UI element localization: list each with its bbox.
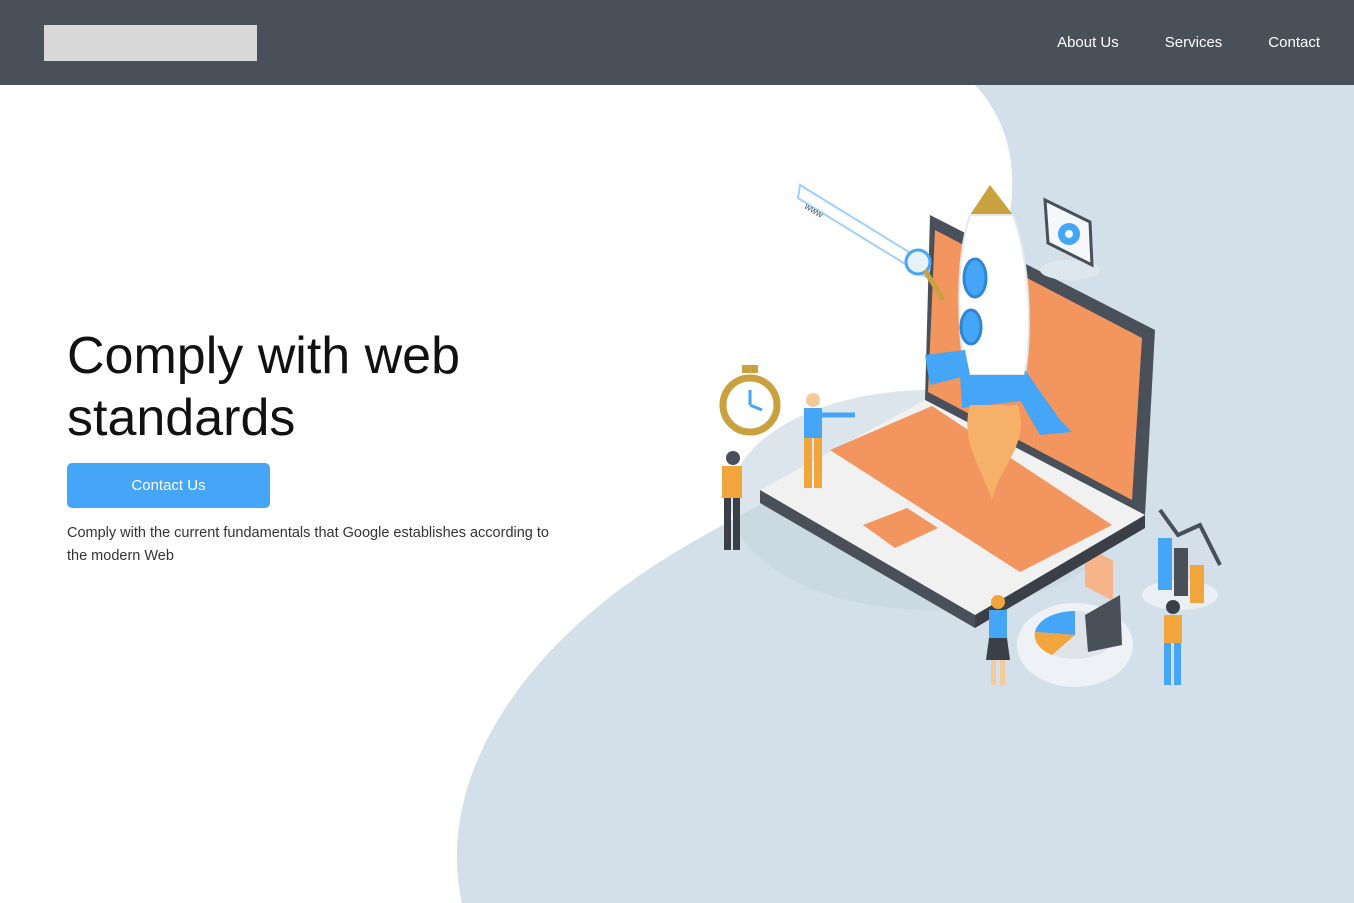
bar-chart-icon — [1142, 508, 1222, 610]
pie-chart-icon — [1017, 595, 1133, 687]
nav-link-contact[interactable]: Contact — [1268, 34, 1320, 51]
gear-icon — [1040, 197, 1100, 280]
nav-link-about-us[interactable]: About Us — [1057, 34, 1119, 51]
logo-placeholder[interactable] — [44, 25, 257, 61]
hero-section: Comply with web standards Contact Us Com… — [67, 325, 587, 568]
hero-description: Comply with the current fundamentals tha… — [67, 525, 549, 564]
nav-links: About Us Services Contact — [1011, 0, 1320, 85]
hero-title: Comply with web standards — [67, 325, 587, 449]
nav-link-services[interactable]: Services — [1165, 34, 1223, 51]
hero-illustration: www — [719, 183, 1222, 687]
hero-title-line1: Comply with web — [67, 327, 461, 385]
hero-title-line2: standards — [67, 389, 296, 447]
person-with-laptop-right — [1164, 600, 1182, 685]
contact-us-button[interactable]: Contact Us — [67, 463, 270, 508]
top-navbar: About Us Services Contact — [0, 0, 1354, 85]
stopwatch-icon — [719, 365, 781, 436]
